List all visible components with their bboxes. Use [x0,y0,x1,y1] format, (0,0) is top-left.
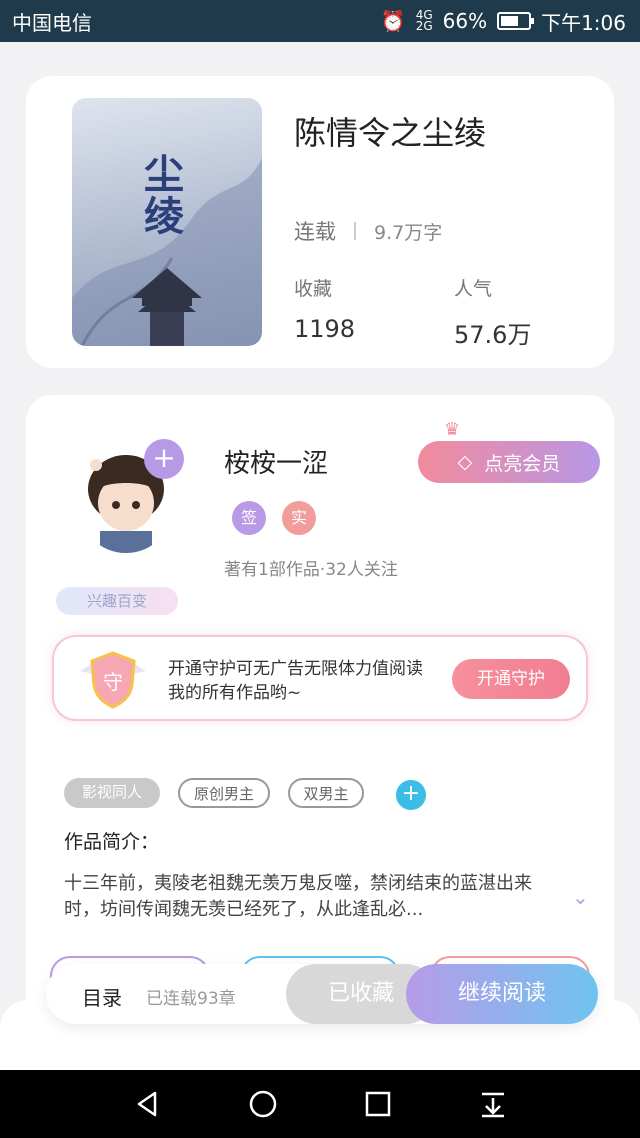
book-title: 陈情令之尘绫 [294,114,487,152]
book-info-card: 尘 绫 陈情令之尘绫 连载 9.7万字 收藏 1198 人气 57.6万 [26,76,614,368]
light-vip-button[interactable]: ♛ ◇ 点亮会员 [418,419,600,483]
author-info: 著有1部作品·32人关注 [224,560,398,580]
verified-badge: 实 [282,501,316,535]
clock: 下午1:06 [541,10,626,35]
guard-description: 开通守护可无广告无限体力值阅读我的所有作品哟~ [168,659,423,703]
word-count: 9.7万字 [374,221,443,244]
system-nav-bar [0,1070,640,1138]
status-right: ⏰ 4G 2G 66% 下午1:06 [381,7,626,36]
signed-badge: 签 [232,501,266,535]
intro-title: 作品简介： [64,831,160,853]
cover-artwork: 尘 绫 [72,151,262,346]
popularity-stat: 人气 57.6万 [454,274,531,350]
shield-icon: 守 [80,651,146,709]
add-tag-button[interactable]: + [396,780,426,810]
home-icon[interactable] [248,1089,278,1119]
serial-status: 连载 [294,220,336,244]
popularity-label: 人气 [454,278,493,300]
book-meta: 连载 9.7万字 [294,216,442,246]
toc-button[interactable]: 目录 [82,982,122,1011]
chevron-down-icon[interactable]: ⌄ [572,885,589,909]
battery-percent: 66% [442,9,488,33]
collect-label: 收藏 [294,278,333,300]
signal-icon: 4G 2G [415,8,433,33]
meta-divider [354,222,356,240]
action-bar: 目录 已连载93章 已收藏 继续阅读 [46,964,598,1024]
continue-reading-button[interactable]: 继续阅读 [406,964,598,1024]
guard-banner: 守 开通守护可无广告无限体力值阅读我的所有作品哟~ 开通守护 [52,635,588,721]
follow-add-button[interactable]: + [144,439,184,479]
book-cover[interactable]: 尘 绫 [72,98,262,346]
notification-pull-icon[interactable] [478,1089,508,1119]
intro-text: 十三年前，夷陵老祖魏无羡万鬼反噬，禁闭结束的蓝湛出来时，坊间传闻魏无羡已经死了，… [64,873,532,920]
popularity-value: 57.6万 [454,321,532,349]
guard-icon-text: 守 [103,670,123,694]
guard-text: 开通守护可无广告无限体力值阅读我的所有作品哟~ [168,657,430,705]
serialized-count: 已连载93章 [146,989,236,1009]
tag-double-male-lead[interactable]: 双男主 [288,778,364,808]
svg-text:尘: 尘 [144,151,184,198]
carrier-label: 中国电信 [12,10,92,35]
interest-badge: 兴趣百变 [56,587,178,615]
recents-icon[interactable] [363,1089,393,1119]
collect-stat: 收藏 1198 [294,274,355,343]
tag-film-fanfic[interactable]: 影视同人 [64,778,160,808]
tag-original-male-lead[interactable]: 原创男主 [178,778,270,808]
diamond-icon: ◇ [457,451,473,473]
svg-text:绫: 绫 [144,193,184,240]
battery-fill [501,16,519,26]
crown-icon: ♛ [444,419,461,440]
open-guard-button[interactable]: 开通守护 [452,659,570,699]
alarm-icon: ⏰ [380,9,406,33]
vip-label: 点亮会员 [484,452,561,475]
status-bar: 中国电信 ⏰ 4G 2G 66% 下午1:06 [0,0,640,42]
back-icon[interactable] [133,1089,163,1119]
author-name[interactable]: 桉桉一涩 [224,443,328,480]
battery-icon [497,12,535,30]
collect-count: 1198 [294,315,356,343]
